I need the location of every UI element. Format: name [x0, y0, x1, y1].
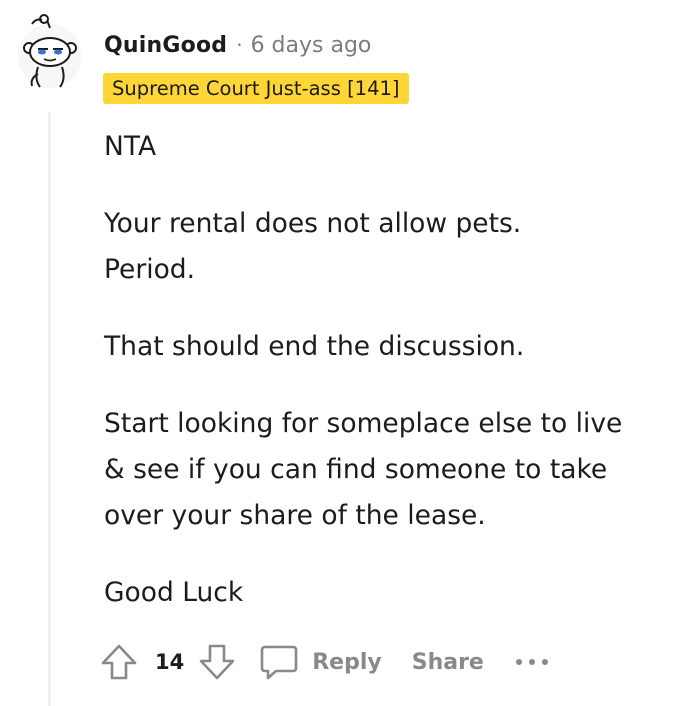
comment-header: QuinGood · 6 days ago: [104, 30, 371, 60]
vote-count: 14: [155, 650, 185, 674]
user-flair: Supreme Court Just-ass [141]: [103, 73, 409, 104]
reply-button[interactable]: Reply: [258, 642, 382, 682]
share-button[interactable]: Share: [412, 650, 484, 675]
comment-body: NTA Your rental does not allow pets. Per…: [104, 124, 689, 616]
username-link[interactable]: QuinGood: [104, 33, 227, 58]
timestamp[interactable]: 6 days ago: [251, 33, 372, 58]
comment-paragraph: Your rental does not allow pets. Period.: [104, 208, 522, 285]
reply-label: Reply: [312, 649, 382, 675]
speech-bubble-icon: [258, 642, 300, 682]
more-horizontal-icon[interactable]: [514, 656, 550, 668]
thread-line[interactable]: [48, 112, 51, 706]
comment-actions: 14 Reply Share: [100, 638, 550, 686]
upvote-arrow-icon[interactable]: [100, 642, 138, 682]
downvote-arrow-icon[interactable]: [198, 642, 236, 682]
comment-paragraph: That should end the discussion.: [104, 331, 525, 362]
avatar[interactable]: [14, 12, 86, 90]
snoo-avatar-icon: [18, 14, 82, 88]
comment-paragraph: NTA: [104, 131, 157, 162]
comment-paragraph: Start looking for someplace else to live…: [104, 408, 623, 531]
separator-dot: ·: [236, 33, 243, 57]
comment-paragraph: Good Luck: [104, 577, 244, 608]
